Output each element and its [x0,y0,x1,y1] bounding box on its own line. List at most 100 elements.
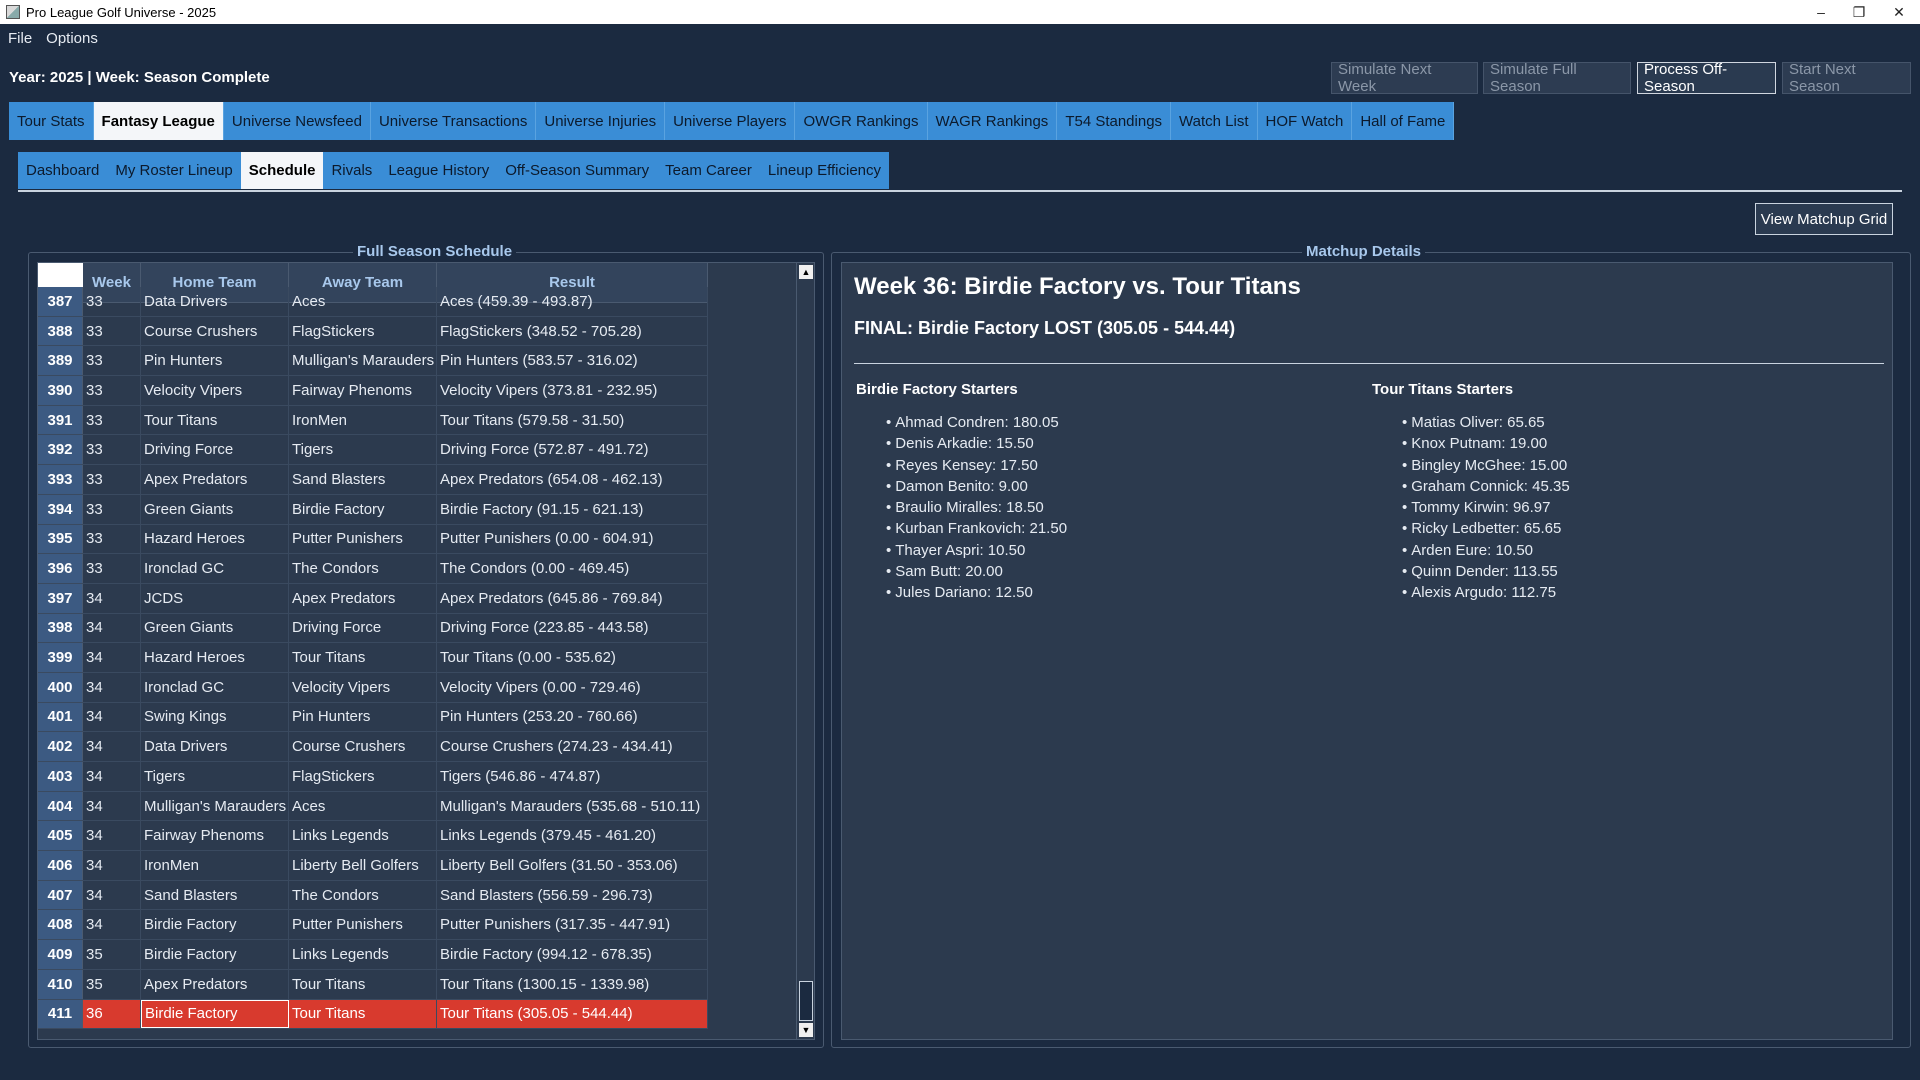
table-row[interactable]: 39233Driving ForceTigersDriving Force (5… [38,435,708,465]
result-cell[interactable]: Apex Predators (654.08 - 462.13) [437,465,708,494]
subtab-schedule[interactable]: Schedule [241,152,324,189]
home-team-cell[interactable]: IronMen [141,851,289,880]
row-number[interactable]: 395 [38,525,83,554]
week-cell[interactable]: 35 [83,970,141,999]
result-cell[interactable]: Pin Hunters (253.20 - 760.66) [437,703,708,732]
week-cell[interactable]: 33 [83,465,141,494]
close-icon[interactable]: ✕ [1878,0,1920,24]
home-team-cell[interactable]: Hazard Heroes [141,525,289,554]
away-team-cell[interactable]: Tour Titans [289,970,437,999]
result-cell[interactable]: Birdie Factory (91.15 - 621.13) [437,495,708,524]
away-team-cell[interactable]: Tour Titans [289,1000,437,1029]
subtab-off-season-summary[interactable]: Off-Season Summary [497,152,657,189]
subtab-team-career[interactable]: Team Career [657,152,760,189]
table-row[interactable]: 40634IronMenLiberty Bell GolfersLiberty … [38,851,708,881]
table-row[interactable]: 39333Apex PredatorsSand BlastersApex Pre… [38,465,708,495]
home-team-cell[interactable]: Data Drivers [141,732,289,761]
week-cell[interactable]: 34 [83,643,141,672]
subtab-league-history[interactable]: League History [380,152,497,189]
away-team-cell[interactable]: Putter Punishers [289,525,437,554]
tab-watch-list[interactable]: Watch List [1171,102,1257,140]
tab-owgr-rankings[interactable]: OWGR Rankings [795,102,927,140]
week-cell[interactable]: 33 [83,376,141,405]
table-row[interactable]: 41035Apex PredatorsTour TitansTour Titan… [38,970,708,1000]
result-cell[interactable]: Tour Titans (579.58 - 31.50) [437,406,708,435]
scroll-down-icon[interactable]: ▼ [799,1023,813,1037]
subtab-rivals[interactable]: Rivals [323,152,380,189]
result-cell[interactable]: Putter Punishers (317.35 - 447.91) [437,910,708,939]
table-row[interactable]: 39033Velocity VipersFairway PhenomsVeloc… [38,376,708,406]
scroll-thumb[interactable] [799,981,813,1021]
away-team-cell[interactable]: Liberty Bell Golfers [289,851,437,880]
home-team-cell[interactable]: JCDS [141,584,289,613]
result-cell[interactable]: Links Legends (379.45 - 461.20) [437,821,708,850]
week-cell[interactable]: 34 [83,851,141,880]
table-row[interactable]: 41136Birdie FactoryTour TitansTour Titan… [38,1000,708,1030]
row-number[interactable]: 400 [38,673,83,702]
result-cell[interactable]: Tour Titans (0.00 - 535.62) [437,643,708,672]
home-team-cell[interactable]: Driving Force [141,435,289,464]
result-cell[interactable]: Sand Blasters (556.59 - 296.73) [437,881,708,910]
row-number[interactable]: 403 [38,762,83,791]
result-cell[interactable]: The Condors (0.00 - 469.45) [437,554,708,583]
start-next-season-button[interactable]: Start Next Season [1782,62,1911,94]
home-team-cell[interactable]: Birdie Factory [141,940,289,969]
week-cell[interactable]: 34 [83,821,141,850]
result-cell[interactable]: Velocity Vipers (0.00 - 729.46) [437,673,708,702]
home-team-cell[interactable]: Hazard Heroes [141,643,289,672]
away-team-cell[interactable]: Pin Hunters [289,703,437,732]
row-number[interactable]: 404 [38,792,83,821]
table-row[interactable]: 40534Fairway PhenomsLinks LegendsLinks L… [38,821,708,851]
away-team-cell[interactable]: Aces [289,792,437,821]
away-team-cell[interactable]: Putter Punishers [289,910,437,939]
row-number[interactable]: 405 [38,821,83,850]
row-number[interactable]: 392 [38,435,83,464]
home-team-cell[interactable]: Apex Predators [141,465,289,494]
tab-hall-of-fame[interactable]: Hall of Fame [1352,102,1454,140]
away-team-cell[interactable]: The Condors [289,881,437,910]
home-team-cell[interactable]: Apex Predators [141,970,289,999]
home-team-cell[interactable]: Tigers [141,762,289,791]
table-row[interactable]: 39133Tour TitansIronMenTour Titans (579.… [38,406,708,436]
away-team-cell[interactable]: Sand Blasters [289,465,437,494]
table-row[interactable]: 40034Ironclad GCVelocity VipersVelocity … [38,673,708,703]
away-team-cell[interactable]: The Condors [289,554,437,583]
home-team-cell[interactable]: Ironclad GC [141,554,289,583]
row-number[interactable]: 407 [38,881,83,910]
row-number[interactable]: 410 [38,970,83,999]
home-team-cell[interactable]: Birdie Factory [141,1000,289,1029]
row-number[interactable]: 398 [38,614,83,643]
result-cell[interactable]: Pin Hunters (583.57 - 316.02) [437,346,708,375]
tab-universe-newsfeed[interactable]: Universe Newsfeed [224,102,371,140]
week-cell[interactable]: 33 [83,525,141,554]
row-number[interactable]: 389 [38,346,83,375]
tab-fantasy-league[interactable]: Fantasy League [94,102,224,140]
table-row[interactable]: 40834Birdie FactoryPutter PunishersPutte… [38,910,708,940]
table-row[interactable]: 40334TigersFlagStickersTigers (546.86 - … [38,762,708,792]
table-row[interactable]: 39533Hazard HeroesPutter PunishersPutter… [38,525,708,555]
home-team-cell[interactable]: Green Giants [141,614,289,643]
week-cell[interactable]: 34 [83,732,141,761]
result-cell[interactable]: Driving Force (572.87 - 491.72) [437,435,708,464]
simulate-next-week-button[interactable]: Simulate Next Week [1331,62,1478,94]
process-off-season-button[interactable]: Process Off-Season [1637,62,1776,94]
result-cell[interactable]: Tour Titans (305.05 - 544.44) [437,1000,708,1029]
result-cell[interactable]: FlagStickers (348.52 - 705.28) [437,317,708,346]
table-row[interactable]: 38733Data DriversAcesAces (459.39 - 493.… [38,287,708,317]
row-number[interactable]: 396 [38,554,83,583]
week-cell[interactable]: 34 [83,910,141,939]
result-cell[interactable]: Course Crushers (274.23 - 434.41) [437,732,708,761]
simulate-full-season-button[interactable]: Simulate Full Season [1483,62,1631,94]
result-cell[interactable]: Tour Titans (1300.15 - 1339.98) [437,970,708,999]
week-cell[interactable]: 36 [83,1000,141,1029]
row-number[interactable]: 409 [38,940,83,969]
row-number[interactable]: 393 [38,465,83,494]
table-row[interactable]: 38833Course CrushersFlagStickersFlagStic… [38,317,708,347]
minimize-icon[interactable]: – [1800,0,1842,24]
away-team-cell[interactable]: FlagStickers [289,317,437,346]
row-number[interactable]: 388 [38,317,83,346]
home-team-cell[interactable]: Data Drivers [141,287,289,316]
row-number[interactable]: 411 [38,1000,83,1029]
scroll-up-icon[interactable]: ▲ [799,265,813,279]
week-cell[interactable]: 33 [83,346,141,375]
